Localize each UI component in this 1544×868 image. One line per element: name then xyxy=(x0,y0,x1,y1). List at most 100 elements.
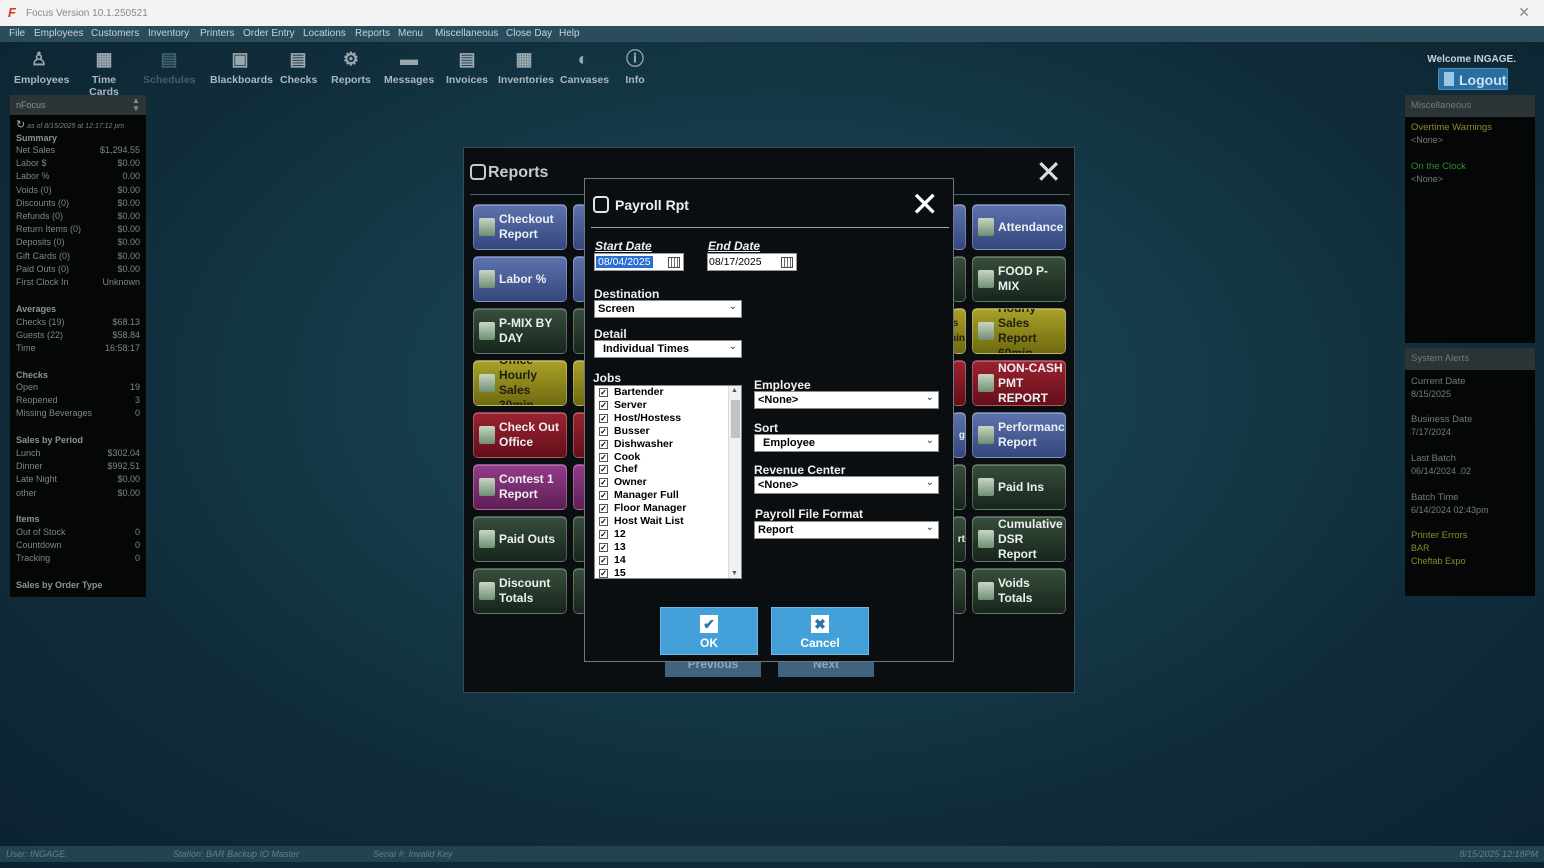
tool-info[interactable]: ⓘ Info xyxy=(622,48,648,86)
job-checkbox[interactable]: ✓ xyxy=(599,452,608,462)
start-date-field[interactable]: 08/04/2025 xyxy=(594,253,684,271)
tool-messages[interactable]: ▬ Messages xyxy=(384,48,434,86)
employee-select[interactable]: <None> ⌄ xyxy=(754,391,939,409)
menu-close-day[interactable]: Close Day xyxy=(506,28,552,39)
menu-order-entry[interactable]: Order Entry xyxy=(243,28,295,39)
menu-reports[interactable]: Reports xyxy=(355,28,390,39)
tool-canvases[interactable]: ◐ Canvases xyxy=(560,48,609,86)
calendar-icon[interactable] xyxy=(668,257,680,268)
report-button-partial[interactable] xyxy=(952,464,966,510)
job-label: Bartender xyxy=(614,386,664,398)
end-date-field[interactable]: 08/17/2025 xyxy=(707,253,797,271)
revenue-center-select[interactable]: <None> ⌄ xyxy=(754,476,939,494)
close-icon: ✖ xyxy=(811,615,829,633)
destination-select[interactable]: Screen ⌄ xyxy=(594,300,742,318)
stat-value: 0.00 xyxy=(122,171,140,182)
scroll-down-icon[interactable]: ▼ xyxy=(731,570,738,577)
scroll-up-icon[interactable]: ▲ xyxy=(731,387,738,394)
report-button[interactable]: Cumulative DSR Report xyxy=(972,516,1066,562)
job-checkbox[interactable]: ✓ xyxy=(599,542,608,552)
job-checkbox[interactable]: ✓ xyxy=(599,426,608,436)
tool-employees[interactable]: ♙ Employees xyxy=(14,48,69,86)
report-button[interactable]: Paid Outs xyxy=(473,516,567,562)
job-checkbox[interactable]: ✓ xyxy=(599,504,608,514)
report-button-partial[interactable] xyxy=(952,360,966,406)
tool-blackboards[interactable]: ▣ Blackboards xyxy=(210,48,273,86)
report-button[interactable]: Hourly Sales Report 60min xyxy=(972,308,1066,354)
batch-time-label: Batch Time xyxy=(1411,492,1459,503)
tool-invoices[interactable]: ▤ Invoices xyxy=(446,48,488,86)
tool-reports[interactable]: ⚙ Reports xyxy=(331,48,371,86)
menu-customers[interactable]: Customers xyxy=(91,28,139,39)
report-button-partial[interactable] xyxy=(952,568,966,614)
report-button[interactable]: Check Out Office xyxy=(473,412,567,458)
report-label: Check Out Office xyxy=(499,420,560,449)
job-checkbox[interactable]: ✓ xyxy=(599,491,608,501)
job-label: Cook xyxy=(614,450,641,463)
menu-file[interactable]: File xyxy=(9,28,25,39)
sort-select[interactable]: Employee ⌄ xyxy=(754,434,939,452)
stat-label: Paid Outs (0) xyxy=(16,263,70,274)
tool-inventories[interactable]: ▦ Inventories xyxy=(498,48,554,86)
scroll-thumb[interactable] xyxy=(731,400,740,438)
reports-close-icon[interactable]: ✕ xyxy=(1035,154,1062,190)
job-checkbox[interactable]: ✓ xyxy=(599,529,608,539)
end-date-value: 08/17/2025 xyxy=(709,256,762,268)
on-the-clock-label: On the Clock xyxy=(1411,161,1466,172)
jobs-scrollbar[interactable]: ▲ ▼ xyxy=(728,386,741,578)
detail-select[interactable]: Individual Times ⌄ xyxy=(594,340,742,358)
report-button[interactable]: Contest 1 Report xyxy=(473,464,567,510)
menu-menu[interactable]: Menu xyxy=(398,28,423,39)
report-icon xyxy=(479,374,495,392)
job-checkbox[interactable]: ✓ xyxy=(599,568,608,578)
refresh-timestamp[interactable]: ↻ as of 8/15/2025 at 12:17:12 pm xyxy=(16,118,124,131)
stat-value: $1,294.55 xyxy=(99,145,140,155)
ok-button[interactable]: ✔ OK xyxy=(660,607,758,655)
payroll-format-select[interactable]: Report ⌄ xyxy=(754,521,939,539)
job-checkbox[interactable]: ✓ xyxy=(599,400,608,410)
jobs-list[interactable]: ✓ Bartender ✓ Server ✓ Host/Hostess ✓ Busser ✓ Di… xyxy=(594,385,742,579)
report-button-partial[interactable]: rt xyxy=(952,516,966,562)
payroll-close-icon[interactable]: ✕ xyxy=(911,187,940,223)
report-button-partial[interactable] xyxy=(952,256,966,302)
logout-button[interactable]: Logout xyxy=(1438,68,1508,90)
menu-printers[interactable]: Printers xyxy=(200,28,234,39)
stat-label: Voids (0) xyxy=(16,184,52,195)
job-checkbox[interactable]: ✓ xyxy=(599,439,608,449)
report-button[interactable]: Paid Ins xyxy=(972,464,1066,510)
report-button-partial[interactable] xyxy=(952,204,966,250)
job-checkbox[interactable]: ✓ xyxy=(599,413,608,423)
report-button[interactable]: P-MIX BY DAY xyxy=(473,308,567,354)
menu-locations[interactable]: Locations xyxy=(303,28,346,39)
calendar-icon[interactable] xyxy=(781,257,793,268)
report-button[interactable]: NON-CASH PMT REPORT xyxy=(972,360,1066,406)
menu-help[interactable]: Help xyxy=(559,28,580,39)
report-button[interactable]: FOOD P-MIX xyxy=(972,256,1066,302)
job-checkbox[interactable]: ✓ xyxy=(599,465,608,475)
report-button-partial[interactable]: g xyxy=(952,412,966,458)
cancel-button[interactable]: ✖ Cancel xyxy=(771,607,869,655)
tool-time-cards[interactable]: ▦ Time Cards xyxy=(76,48,132,98)
stat-label: Time xyxy=(16,343,36,354)
report-button[interactable]: Attendance xyxy=(972,204,1066,250)
report-button[interactable]: Performance Report xyxy=(972,412,1066,458)
job-checkbox[interactable]: ✓ xyxy=(599,555,608,565)
report-button[interactable]: Office Hourly Sales 30min xyxy=(473,360,567,406)
stat-row: Reopened 3 xyxy=(16,395,140,405)
menu-employees[interactable]: Employees xyxy=(34,28,83,39)
report-button[interactable]: Checkout Report xyxy=(473,204,567,250)
sort-arrows-icon[interactable]: ▲ ▼ xyxy=(130,97,142,113)
report-button[interactable]: Voids Totals xyxy=(972,568,1066,614)
tool-checks[interactable]: ▤ Checks xyxy=(280,48,317,86)
job-checkbox[interactable]: ✓ xyxy=(599,388,608,397)
stat-value: $0.00 xyxy=(117,263,140,274)
window-close-icon[interactable]: ✕ xyxy=(1518,4,1530,21)
menu-inventory[interactable]: Inventory xyxy=(148,28,189,39)
report-button[interactable]: Labor % xyxy=(473,256,567,302)
job-checkbox[interactable]: ✓ xyxy=(599,517,608,526)
menu-miscellaneous[interactable]: Miscellaneous xyxy=(435,28,498,39)
job-checkbox[interactable]: ✓ xyxy=(599,478,608,488)
report-button[interactable]: Discount Totals xyxy=(473,568,567,614)
stat-row: Refunds (0) $0.00 xyxy=(16,211,140,221)
report-button-partial[interactable]: es min xyxy=(952,308,966,354)
